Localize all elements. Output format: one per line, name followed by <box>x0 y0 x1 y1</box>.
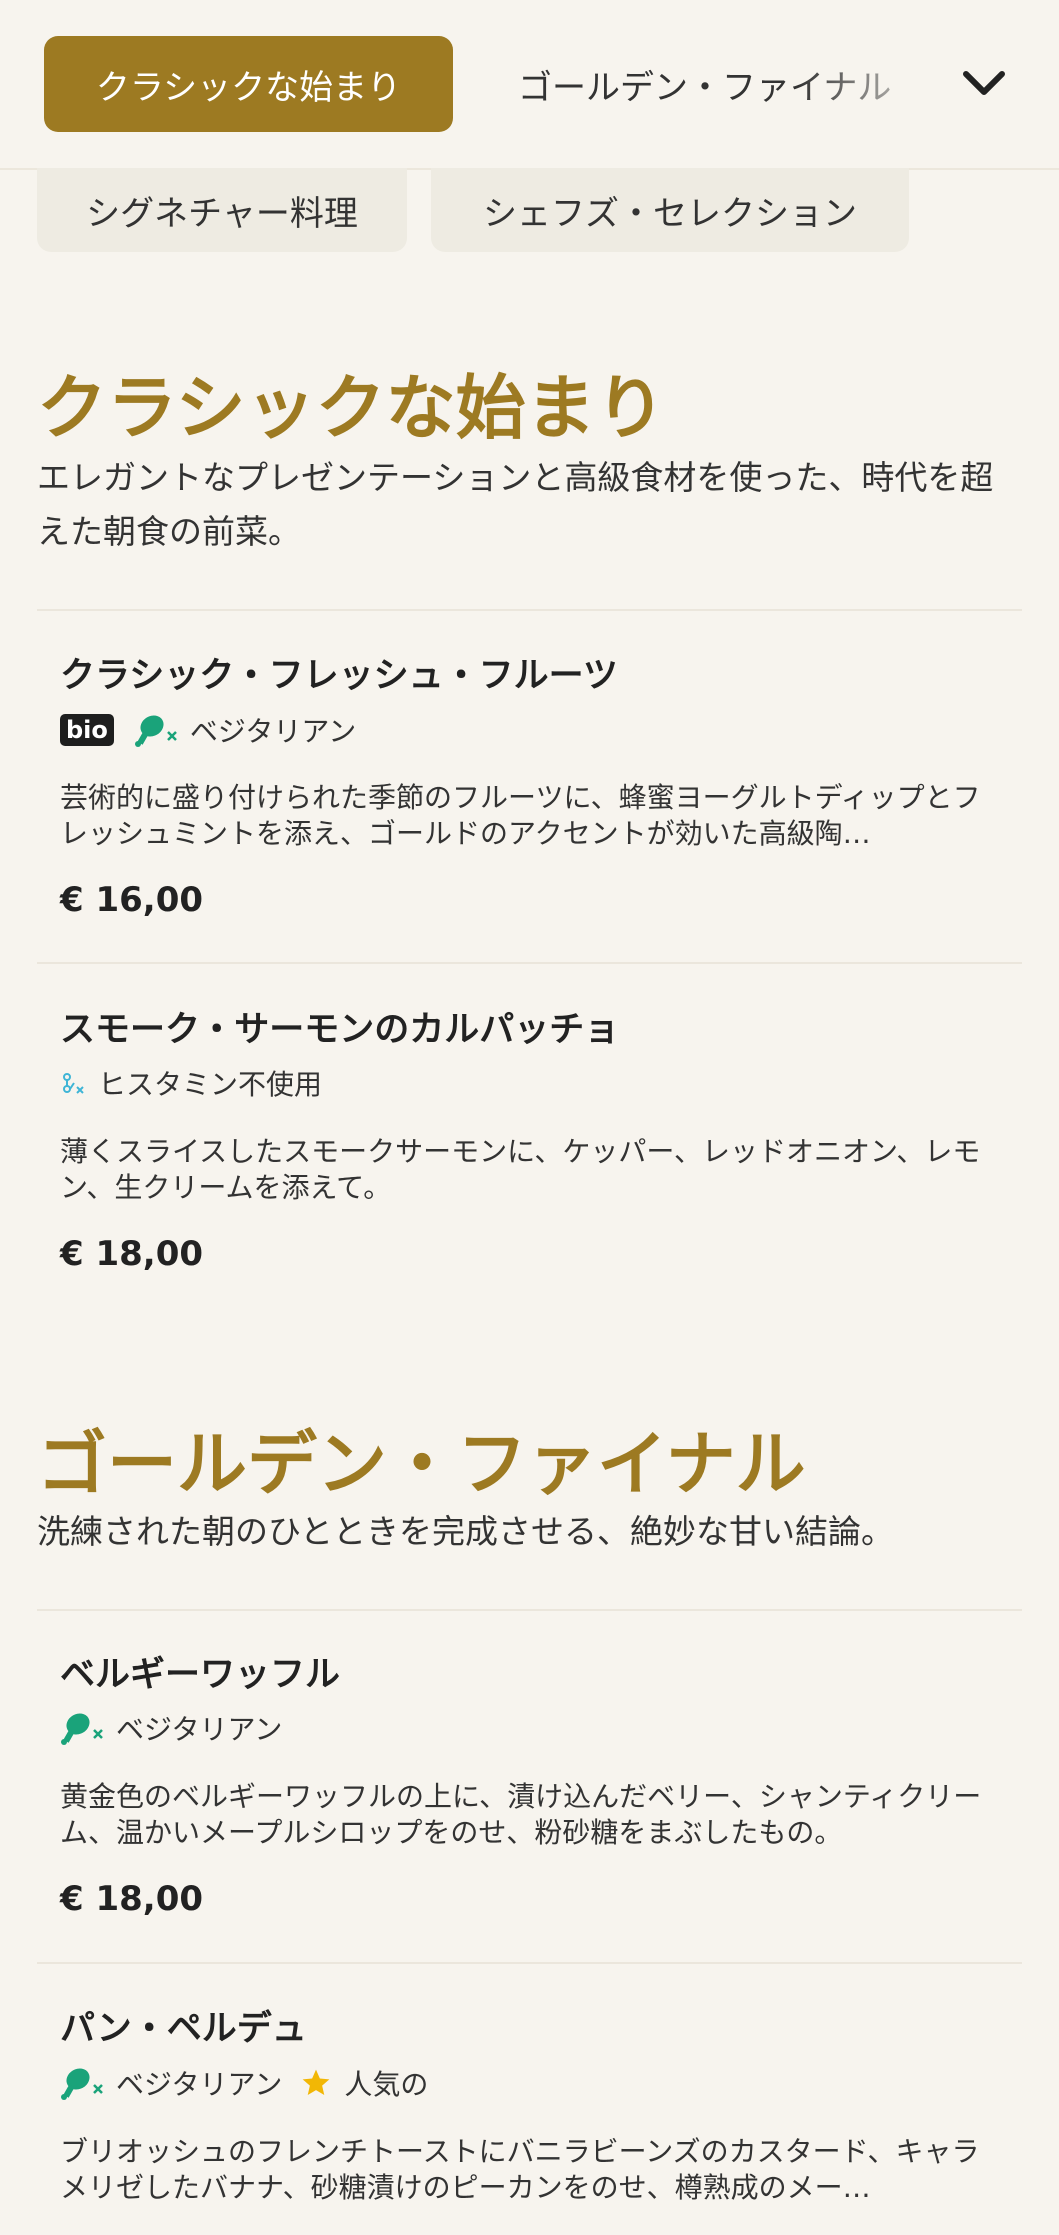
divider <box>37 1609 1022 1611</box>
tag-vegetarian: ベジタリアン <box>60 2063 282 2103</box>
tab-signature[interactable]: シグネチャー料理 <box>37 168 407 252</box>
menu-item-description: 芸術的に盛り付けられた季節のフルーツに、蜂蜜ヨーグルトディップとフレッシュミント… <box>60 781 981 850</box>
histamine-free-icon <box>63 1073 84 1094</box>
item-tags: ベジタリアン 人気の <box>60 2063 446 2103</box>
menu-item-description: 黄金色のベルギーワッフルの上に、漬け込んだベリー、シャンティクリーム、温かいメー… <box>60 1780 982 1849</box>
menu-item-price: € 18,00 <box>60 1879 204 1919</box>
tag-label: 人気の <box>344 2068 429 2101</box>
section-description: 洗練された朝のひとときを完成させる、絶妙な甘い結論。 <box>37 1512 895 1551</box>
divider <box>37 1962 1022 1964</box>
section-title: クラシックな始まり <box>37 367 666 449</box>
tab-classic-start[interactable]: クラシックな始まり <box>44 36 453 132</box>
divider <box>37 962 1022 964</box>
drumstick-crossed-icon <box>61 2068 103 2100</box>
tab-chefs-selection[interactable]: シェフズ・セレクション <box>431 168 909 252</box>
chevron-down-icon[interactable] <box>960 62 1008 106</box>
item-tags: bio ベジタリアン <box>60 710 374 750</box>
menu-item-name[interactable]: スモーク・サーモンのカルパッチョ <box>60 1001 619 1052</box>
menu-item-price: € 16,00 <box>60 880 204 920</box>
drumstick-crossed-icon <box>61 1713 103 1745</box>
menu-item-name[interactable]: ベルギーワッフル <box>60 1646 340 1697</box>
star-icon <box>302 2069 330 2095</box>
section-title: ゴールデン・ファイナル <box>37 1423 806 1505</box>
drumstick-crossed-icon <box>134 715 177 747</box>
tag-label: ベジタリアン <box>189 715 357 748</box>
tag-vegetarian: ベジタリアン <box>134 710 356 750</box>
item-tags: ヒスタミン不使用 <box>60 1063 340 1103</box>
tag-label: ベジタリアン <box>116 2068 283 2101</box>
tag-popular: 人気の <box>300 2063 428 2103</box>
tag-histamine-free: ヒスタミン不使用 <box>60 1063 322 1103</box>
item-tags: ベジタリアン <box>60 1708 300 1748</box>
tag-vegetarian: ベジタリアン <box>60 1708 282 1748</box>
menu-item-name[interactable]: パン・ペルデュ <box>60 2000 307 2051</box>
category-nav: クラシックな始まり ゴールデン・ファイナル <box>0 0 1059 170</box>
tag-label: ベジタリアン <box>116 1713 283 1746</box>
menu-item-price: € 18,00 <box>60 1234 204 1274</box>
menu-item-name[interactable]: クラシック・フレッシュ・フルーツ <box>60 647 618 698</box>
bio-badge: bio <box>60 714 114 746</box>
menu-item-description: ブリオッシュのフレンチトーストにバニラビーンズのカスタード、キャラメリゼしたバナ… <box>60 2135 980 2204</box>
section-description: エレガントなプレゼンテーションと高級食材を使った、時代を超えた朝食の前菜。 <box>37 458 994 551</box>
tab-golden-finale[interactable]: ゴールデン・ファイナル <box>518 36 918 132</box>
tag-label: ヒスタミン不使用 <box>98 1068 323 1101</box>
menu-item-description: 薄くスライスしたスモークサーモンに、ケッパー、レッドオニオン、レモン、生クリーム… <box>60 1135 981 1204</box>
divider <box>37 609 1022 611</box>
